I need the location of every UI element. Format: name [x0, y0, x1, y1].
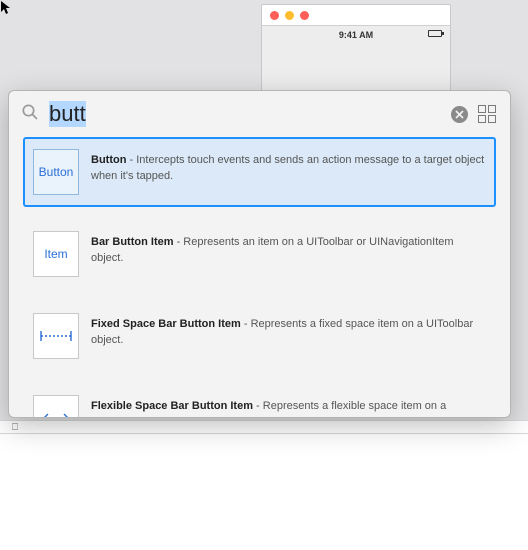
preview-titlebar [262, 5, 450, 25]
status-time: 9:41 AM [262, 30, 450, 40]
cursor-icon [0, 0, 12, 19]
search-input[interactable] [49, 101, 441, 127]
clear-search-button[interactable] [451, 106, 468, 123]
results-list: Button Button - Intercepts touch events … [9, 137, 510, 417]
result-description: Flexible Space Bar Button Item - Represe… [91, 395, 486, 417]
result-item-fixed-space[interactable]: Fixed Space Bar Button Item - Represents… [23, 301, 496, 371]
iphone-preview: 9:41 AM [261, 4, 451, 94]
result-description: Bar Button Item - Represents an item on … [91, 231, 486, 267]
result-title: Bar Button Item [91, 236, 174, 248]
battery-icon [428, 30, 442, 37]
result-thumb: Button [33, 149, 79, 195]
close-icon[interactable] [270, 11, 279, 20]
search-icon [21, 103, 39, 126]
object-library-panel: Button Button - Intercepts touch events … [8, 90, 511, 418]
search-row [9, 91, 510, 137]
thumb-label: Item [44, 247, 67, 261]
result-description: Fixed Space Bar Button Item - Represents… [91, 313, 486, 349]
result-item-bar-button[interactable]: Item Bar Button Item - Represents an ite… [23, 219, 496, 289]
zoom-icon[interactable] [300, 11, 309, 20]
result-item-flexible-space[interactable]: Flexible Space Bar Button Item - Represe… [23, 383, 496, 417]
result-item-button[interactable]: Button Button - Intercepts touch events … [23, 137, 496, 207]
result-thumb [33, 313, 79, 359]
thumb-label: Button [39, 165, 74, 179]
result-desc-text: Intercepts touch events and sends an act… [91, 154, 484, 182]
result-title: Fixed Space Bar Button Item [91, 318, 241, 330]
fixed-space-icon [38, 329, 74, 343]
result-description: Button - Intercepts touch events and sen… [91, 149, 486, 185]
lower-background [0, 434, 528, 550]
result-thumb [33, 395, 79, 417]
result-title: Flexible Space Bar Button Item [91, 400, 253, 412]
result-thumb: Item [33, 231, 79, 277]
minimize-icon[interactable] [285, 11, 294, 20]
iphone-statusbar: 9:41 AM [262, 25, 450, 93]
panel-glyph-icon: ⎕ [12, 422, 18, 433]
result-title: Button [91, 154, 126, 166]
flexible-space-icon [38, 411, 74, 417]
grid-view-button[interactable] [478, 105, 496, 123]
divider-bar: ⎕ [0, 420, 528, 434]
